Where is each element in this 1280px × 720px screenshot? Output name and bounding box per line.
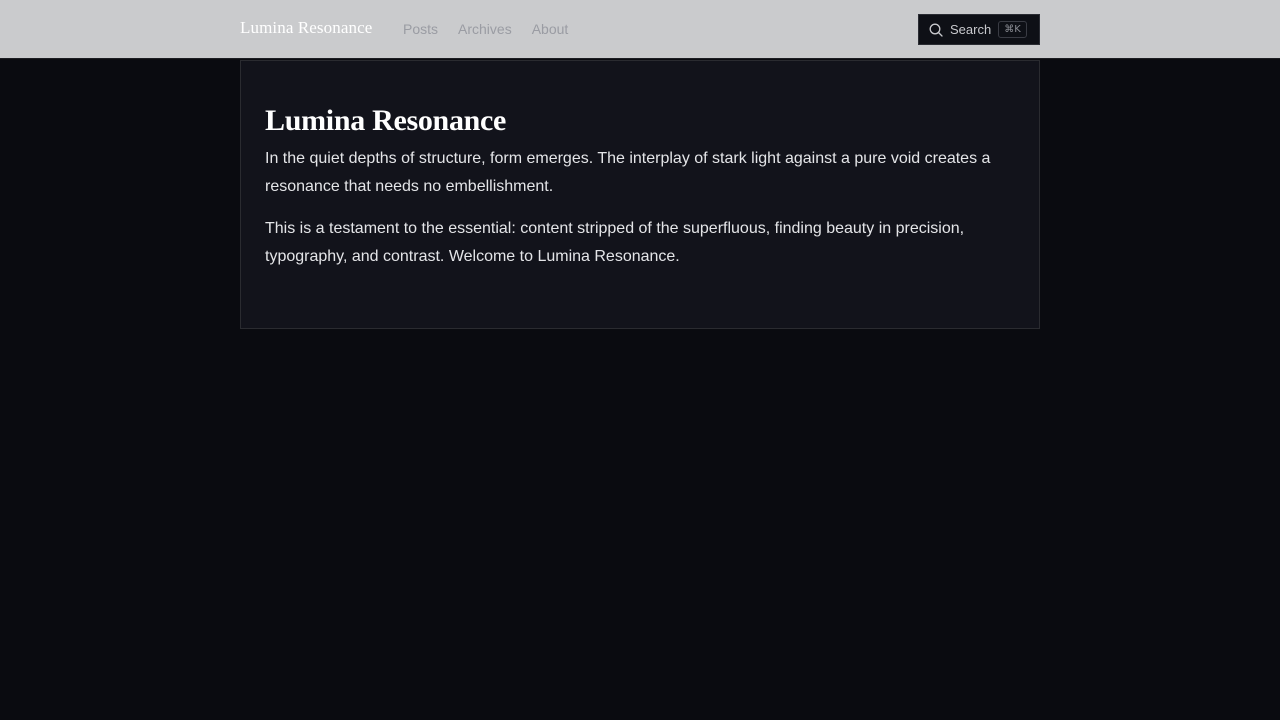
page-title: Lumina Resonance — [265, 104, 507, 137]
search-button[interactable]: Search ⌘K — [918, 14, 1040, 45]
nav-link-about[interactable]: About — [532, 21, 569, 37]
search-shortcut-badge: ⌘K — [998, 21, 1027, 38]
search-icon — [929, 23, 943, 37]
intro-paragraph-2: This is a testament to the essential: co… — [265, 220, 965, 265]
site-header: Lumina Resonance Posts Archives About Se… — [0, 0, 1280, 59]
intro-card: Lumina Resonance In the quiet depths of … — [240, 60, 1040, 329]
header-inner: Lumina Resonance Posts Archives About Se… — [240, 0, 1040, 58]
nav-link-posts[interactable]: Posts — [403, 21, 438, 37]
nav-link-archives[interactable]: Archives — [458, 21, 512, 37]
main-nav: Posts Archives About — [403, 21, 568, 37]
intro-paragraph-1: In the quiet depths of structure, form e… — [265, 150, 991, 195]
site-brand-link[interactable]: Lumina Resonance — [240, 18, 372, 38]
search-label: Search — [950, 22, 992, 37]
